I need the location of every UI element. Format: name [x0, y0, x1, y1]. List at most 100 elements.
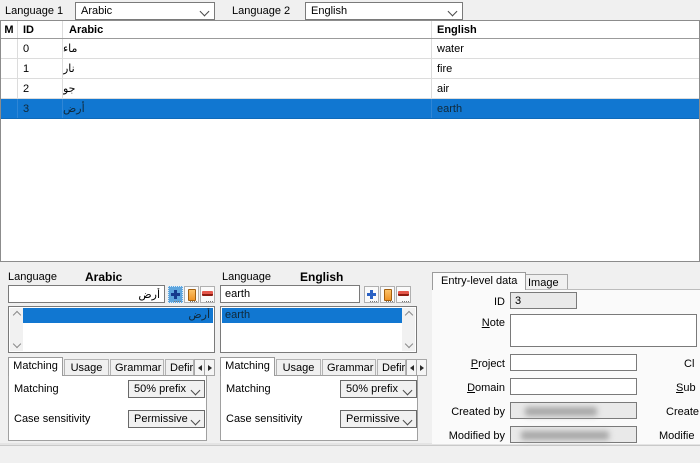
chevron-down-icon	[403, 386, 413, 396]
tab-scroll-right-button[interactable]	[416, 359, 427, 376]
english-language-name: English	[300, 270, 343, 284]
arabic-matching-value: 50% prefix	[134, 383, 186, 395]
edit-icon	[188, 289, 196, 301]
english-tab-grammar[interactable]: Grammar	[322, 359, 376, 376]
chevron-down-icon	[191, 386, 201, 396]
row-marker-cell	[1, 59, 18, 78]
domain-field[interactable]	[510, 378, 637, 395]
english-term-input[interactable]	[220, 285, 360, 303]
row-id-cell: 2	[18, 79, 63, 98]
arabic-language-name: Arabic	[85, 270, 122, 284]
modified-by-label: Modified by	[432, 430, 505, 442]
arrow-left-icon	[198, 365, 202, 371]
status-bar	[0, 445, 700, 463]
english-tab-usage[interactable]: Usage	[276, 359, 321, 376]
redacted-text	[521, 431, 609, 440]
grid-header-arabic[interactable]: Arabic	[63, 21, 432, 38]
plus-icon	[169, 287, 182, 302]
minus-icon	[202, 291, 213, 296]
arabic-tab-definition[interactable]: Defir	[165, 359, 194, 376]
row-english-cell: air	[432, 79, 699, 98]
english-add-term-button[interactable]	[364, 286, 379, 303]
english-tab-definition[interactable]: Defir	[377, 359, 406, 376]
row-marker-cell	[1, 99, 18, 118]
note-label: Note	[432, 317, 505, 329]
list-item-selected[interactable]: أرض	[23, 308, 213, 323]
arabic-case-sensitivity-label: Case sensitivity	[14, 413, 90, 425]
english-tab-matching[interactable]: Matching	[220, 357, 275, 376]
scrollbar[interactable]	[402, 308, 415, 351]
row-marker-cell	[1, 39, 18, 58]
created-by-label: Created by	[432, 406, 505, 418]
table-row[interactable]: 1 نار fire	[1, 59, 699, 79]
language2-value: English	[311, 5, 444, 17]
english-matching-label: Matching	[226, 383, 271, 395]
arrow-right-icon	[420, 365, 424, 371]
redacted-text	[525, 407, 597, 416]
project-field[interactable]	[510, 354, 637, 371]
language1-value: Arabic	[81, 5, 196, 17]
arabic-delete-term-button[interactable]	[200, 286, 215, 303]
english-case-sensitivity-select[interactable]: Permissive	[340, 410, 417, 428]
note-field[interactable]	[510, 314, 697, 347]
created-label-truncated: Create	[666, 406, 699, 418]
arabic-tab-matching[interactable]: Matching	[8, 357, 63, 376]
arabic-term-list[interactable]: أرض	[8, 306, 215, 353]
grid-header-id[interactable]: ID	[18, 21, 63, 38]
tab-scroll-right-button[interactable]	[204, 359, 215, 376]
minus-icon	[398, 291, 409, 296]
row-arabic-cell: نار	[63, 59, 432, 78]
english-language-label: Language	[222, 271, 271, 283]
table-row[interactable]: 0 ماء water	[1, 39, 699, 59]
id-label: ID	[432, 296, 505, 308]
english-case-sensitivity-label: Case sensitivity	[226, 413, 302, 425]
arabic-tab-grammar[interactable]: Grammar	[110, 359, 164, 376]
scroll-up-icon[interactable]	[12, 311, 20, 319]
client-label-truncated: Cl	[684, 358, 694, 370]
domain-label: Domain	[432, 382, 505, 394]
arabic-add-term-button[interactable]	[168, 286, 183, 303]
chevron-down-icon	[200, 7, 210, 17]
modified-by-field	[510, 426, 637, 443]
arabic-language-label: Language	[8, 271, 57, 283]
english-case-sensitivity-value: Permissive	[346, 413, 400, 425]
grid-header-m[interactable]: M	[1, 21, 18, 38]
language1-select[interactable]: Arabic	[75, 2, 215, 20]
scroll-down-icon[interactable]	[12, 340, 20, 348]
grid-header-english[interactable]: English	[432, 21, 699, 38]
chevron-down-icon	[448, 7, 458, 17]
table-row[interactable]: 2 جو air	[1, 79, 699, 99]
modified-label-truncated: Modifie	[659, 430, 694, 442]
scrollbar[interactable]	[10, 308, 23, 351]
tab-entry-level-data[interactable]: Entry-level data	[432, 272, 526, 290]
english-matching-select[interactable]: 50% prefix	[340, 380, 417, 398]
plus-icon	[365, 287, 378, 302]
row-arabic-cell: ماء	[63, 39, 432, 58]
arabic-matching-select[interactable]: 50% prefix	[128, 380, 205, 398]
table-row-selected[interactable]: 3 أرض earth	[1, 99, 699, 119]
english-term-list[interactable]: earth	[220, 306, 417, 353]
chevron-down-icon	[191, 416, 201, 426]
subdomain-label-truncated: Sub	[676, 382, 696, 394]
english-matching-value: 50% prefix	[346, 383, 398, 395]
list-item-selected[interactable]: earth	[222, 308, 402, 323]
scroll-down-icon[interactable]	[404, 340, 412, 348]
english-delete-term-button[interactable]	[396, 286, 411, 303]
arabic-term-input[interactable]	[8, 285, 165, 303]
arabic-edit-term-button[interactable]	[184, 286, 199, 303]
id-field	[510, 292, 577, 309]
chevron-down-icon	[403, 416, 413, 426]
language1-label: Language 1	[5, 5, 63, 17]
row-marker-cell	[1, 79, 18, 98]
arabic-tab-usage[interactable]: Usage	[64, 359, 109, 376]
language2-select[interactable]: English	[305, 2, 463, 20]
arabic-case-sensitivity-value: Permissive	[134, 413, 188, 425]
language2-label: Language 2	[232, 5, 290, 17]
row-arabic-cell: أرض	[63, 99, 432, 118]
arrow-right-icon	[208, 365, 212, 371]
row-id-cell: 1	[18, 59, 63, 78]
english-edit-term-button[interactable]	[380, 286, 395, 303]
scroll-up-icon[interactable]	[404, 311, 412, 319]
row-id-cell: 3	[18, 99, 63, 118]
arabic-case-sensitivity-select[interactable]: Permissive	[128, 410, 205, 428]
